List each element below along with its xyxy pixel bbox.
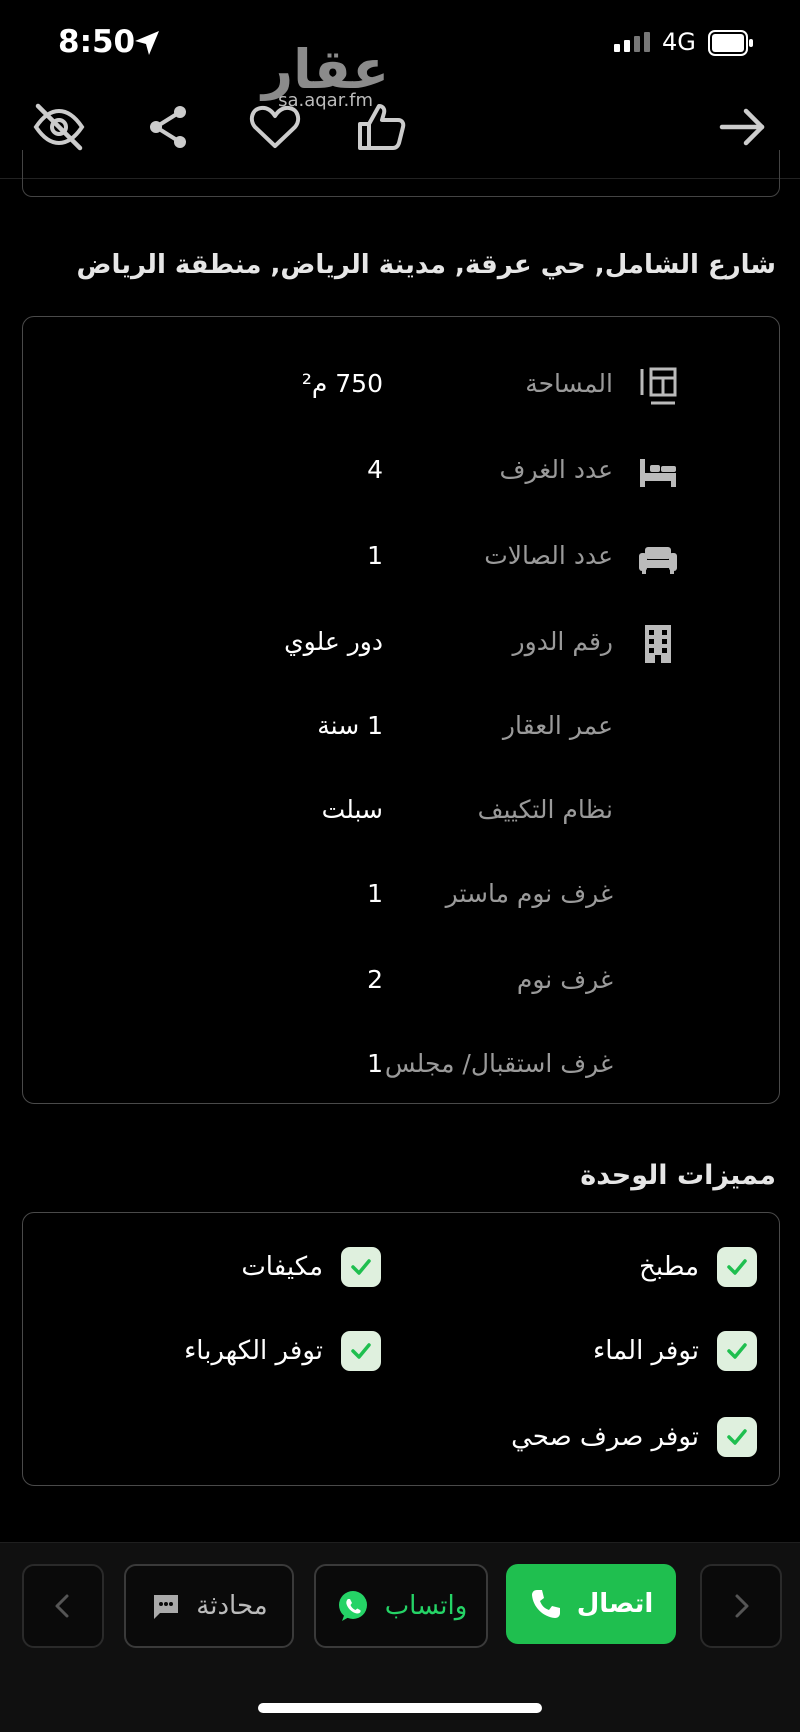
detail-value: 1 سنة bbox=[317, 711, 383, 740]
check-icon bbox=[341, 1247, 381, 1287]
detail-label: غرف نوم bbox=[516, 965, 613, 994]
detail-row-reception: غرف استقبال/ مجلس 1 bbox=[23, 1035, 779, 1095]
sofa-icon bbox=[639, 547, 677, 574]
detail-value: 750 م² bbox=[301, 369, 383, 398]
whatsapp-label: واتساب bbox=[384, 1591, 468, 1621]
detail-value: 1 bbox=[367, 1049, 383, 1078]
back-arrow-icon[interactable] bbox=[714, 98, 772, 156]
status-time: 8:50 bbox=[58, 24, 136, 60]
detail-label: غرف استقبال/ مجلس bbox=[384, 1049, 613, 1078]
network-type: 4G bbox=[662, 28, 696, 56]
detail-label: غرف نوم ماستر bbox=[445, 879, 613, 908]
detail-value: 4 bbox=[367, 455, 383, 484]
battery-icon bbox=[708, 30, 753, 56]
previous-card-edge bbox=[22, 150, 780, 197]
detail-label: نظام التكييف bbox=[477, 795, 613, 824]
detail-label: رقم الدور bbox=[512, 627, 613, 656]
whatsapp-button[interactable]: واتساب bbox=[314, 1564, 488, 1648]
call-button[interactable]: اتصال bbox=[506, 1564, 676, 1644]
detail-value: 1 bbox=[367, 541, 383, 570]
chevron-left-icon bbox=[55, 1594, 69, 1618]
call-label: اتصال bbox=[576, 1589, 654, 1619]
bed-icon bbox=[640, 459, 676, 487]
favorite-heart-icon[interactable] bbox=[246, 98, 304, 156]
detail-row-halls: عدد الصالات 1 bbox=[23, 527, 779, 587]
detail-value: سبلت bbox=[321, 795, 383, 824]
hide-icon[interactable] bbox=[30, 98, 88, 156]
detail-label: عمر العقار bbox=[502, 711, 613, 740]
location-arrow-icon bbox=[135, 31, 159, 55]
check-icon bbox=[717, 1247, 757, 1287]
phone-icon bbox=[531, 1590, 560, 1618]
feature-item: توفر صرف صحي bbox=[511, 1415, 757, 1459]
detail-row-master-bedrooms: غرف نوم ماستر 1 bbox=[23, 865, 779, 925]
detail-value: دور علوي bbox=[284, 627, 383, 656]
check-icon bbox=[341, 1331, 381, 1371]
feature-label: توفر صرف صحي bbox=[511, 1422, 699, 1452]
feature-item: مكيفات bbox=[241, 1245, 381, 1289]
detail-label: عدد الصالات bbox=[484, 541, 613, 570]
property-address: شارع الشامل, حي عرقة, مدينة الرياض, منطق… bbox=[76, 250, 777, 280]
property-details-card: المساحة 750 م² عدد الغرف 4 عدد الصالات 1 bbox=[22, 316, 780, 1104]
detail-row-floor: رقم الدور دور علوي bbox=[23, 613, 779, 673]
chat-label: محادثة bbox=[196, 1591, 268, 1621]
features-title: مميزات الوحدة bbox=[580, 1160, 776, 1191]
check-icon bbox=[717, 1331, 757, 1371]
detail-label: عدد الغرف bbox=[499, 455, 613, 484]
chevron-right-icon bbox=[735, 1594, 749, 1618]
feature-label: مكيفات bbox=[241, 1252, 323, 1282]
cellular-signal-icon bbox=[614, 32, 650, 52]
detail-row-age: عمر العقار 1 سنة bbox=[23, 697, 779, 757]
detail-row-area: المساحة 750 م² bbox=[23, 355, 779, 415]
detail-row-bedrooms: غرف نوم 2 bbox=[23, 951, 779, 1011]
next-listing-button[interactable] bbox=[700, 1564, 782, 1648]
feature-label: توفر الماء bbox=[592, 1336, 699, 1366]
features-card: مطبخ مكيفات توفر الماء توفر الكهرباء توف… bbox=[22, 1212, 780, 1486]
chat-bubble-icon bbox=[154, 1595, 179, 1619]
feature-item: توفر الماء bbox=[593, 1329, 757, 1373]
check-icon bbox=[717, 1417, 757, 1457]
previous-listing-button[interactable] bbox=[22, 1564, 104, 1648]
share-icon[interactable] bbox=[140, 98, 198, 156]
detail-label: المساحة bbox=[525, 369, 613, 398]
detail-row-ac: نظام التكييف سبلت bbox=[23, 781, 779, 841]
feature-item: مطبخ bbox=[639, 1245, 757, 1289]
building-icon bbox=[645, 625, 671, 663]
thumbs-up-icon[interactable] bbox=[352, 98, 410, 156]
chat-button[interactable]: محادثة bbox=[124, 1564, 294, 1648]
feature-label: مطبخ bbox=[639, 1252, 699, 1282]
area-icon bbox=[640, 367, 677, 405]
whatsapp-icon bbox=[338, 1591, 367, 1621]
feature-label: توفر الكهرباء bbox=[184, 1336, 323, 1366]
feature-item: توفر الكهرباء bbox=[184, 1329, 381, 1373]
detail-value: 2 bbox=[367, 965, 383, 994]
detail-row-rooms: عدد الغرف 4 bbox=[23, 441, 779, 501]
detail-value: 1 bbox=[367, 879, 383, 908]
home-indicator[interactable] bbox=[258, 1703, 542, 1713]
